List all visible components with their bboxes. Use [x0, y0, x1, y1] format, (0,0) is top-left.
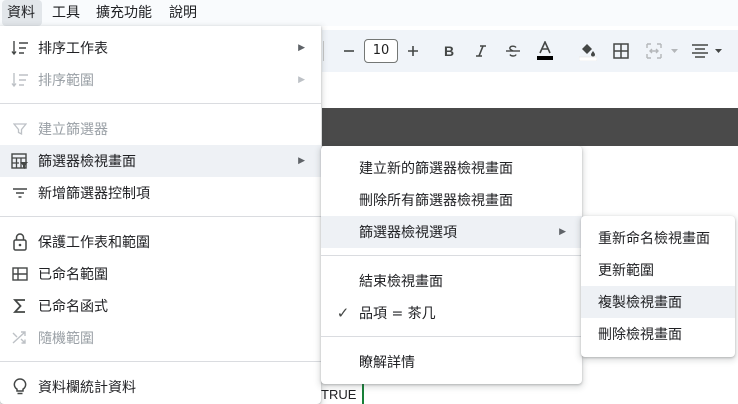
italic-icon[interactable] [466, 30, 496, 72]
menu-divider [321, 255, 582, 256]
filter-views-submenu: 建立新的篩選器檢視畫面 刪除所有篩選器檢視畫面 篩選器檢視選項 ▶ 結束檢視畫面… [321, 146, 582, 384]
menu-item-label: 篩選器檢視畫面 [38, 154, 136, 170]
menu-item-label: 篩選器檢視選項 [359, 225, 457, 241]
menu-item-sort-sheet[interactable]: 排序工作表 ▶ [0, 32, 321, 64]
sort-icon [10, 38, 30, 58]
increase-font-size-icon[interactable] [402, 30, 424, 72]
menu-item-label: 刪除檢視畫面 [598, 327, 682, 343]
submenu-arrow-icon: ▶ [559, 227, 566, 237]
menu-divider [0, 103, 321, 104]
slicer-icon [10, 183, 30, 203]
sigma-icon [10, 296, 30, 316]
menu-item-delete-all-filter-views[interactable]: 刪除所有篩選器檢視畫面 [321, 184, 582, 216]
menu-item-close-view[interactable]: 結束檢視畫面 [321, 265, 582, 297]
lock-icon [10, 232, 30, 252]
menu-item-sort-range: 排序範圍 ▶ [0, 64, 321, 96]
menu-item-saved-view[interactable]: ✓ 品項 = 茶几 [321, 297, 582, 329]
menu-item-label: 資料欄統計資料 [38, 380, 136, 396]
menu-item-column-stats[interactable]: 資料欄統計資料 [0, 371, 321, 403]
font-size-input[interactable]: 10 [364, 39, 398, 63]
menu-item-label: 更新範圍 [598, 263, 654, 279]
menu-item-label: 瞭解詳情 [359, 355, 415, 371]
menu-item-label: 保護工作表和範圍 [38, 235, 150, 251]
text-cursor [362, 384, 364, 404]
cell-value: TRUE [321, 387, 357, 402]
borders-icon[interactable] [606, 30, 636, 72]
submenu-arrow-icon: ▶ [298, 43, 305, 53]
menu-divider [0, 361, 321, 362]
menu-item-label: 已命名範圍 [38, 267, 108, 283]
menu-item-label: 刪除所有篩選器檢視畫面 [359, 193, 513, 209]
lightbulb-icon [10, 377, 30, 397]
data-menu: 排序工作表 ▶ 排序範圍 ▶ 建立篩選器 篩選器檢視畫面 ▶ 新增篩選器控制項 … [0, 26, 321, 404]
strikethrough-icon[interactable] [498, 30, 528, 72]
menu-item-label: 新增篩選器控制項 [38, 186, 150, 202]
named-ranges-icon [10, 264, 30, 284]
menu-item-add-slicer[interactable]: 新增篩選器控制項 [0, 177, 321, 209]
menu-item-label: 結束檢視畫面 [359, 274, 443, 290]
header-bar [322, 108, 738, 146]
menu-item-filter-views[interactable]: 篩選器檢視畫面 ▶ [0, 145, 321, 177]
menu-item-label: 複製檢視畫面 [598, 295, 682, 311]
sort-range-icon [10, 70, 30, 90]
menu-help[interactable]: 說明 [169, 0, 197, 26]
menu-tools[interactable]: 工具 [52, 0, 80, 26]
fill-color-icon[interactable] [574, 30, 602, 72]
bold-icon[interactable]: B [434, 30, 464, 72]
menu-item-update-range[interactable]: 更新範圍 [581, 254, 735, 286]
menu-extensions[interactable]: 擴充功能 [96, 0, 152, 26]
svg-text:B: B [444, 44, 454, 58]
menu-item-named-functions[interactable]: 已命名函式 [0, 290, 321, 322]
text-color-icon[interactable] [532, 30, 558, 72]
menu-item-label: 品項 = 茶几 [359, 306, 436, 322]
submenu-arrow-icon: ▶ [298, 156, 305, 166]
filter-views-icon [10, 151, 30, 171]
menu-item-filter-view-options[interactable]: 篩選器檢視選項 ▶ [321, 216, 582, 248]
menu-item-learn-more[interactable]: 瞭解詳情 [321, 346, 582, 378]
menu-item-create-filter: 建立篩選器 [0, 113, 321, 145]
menu-divider [0, 216, 321, 217]
decrease-font-size-icon[interactable] [338, 30, 360, 72]
merge-cells-icon[interactable] [644, 30, 682, 72]
align-icon[interactable] [688, 30, 728, 72]
menu-item-named-ranges[interactable]: 已命名範圍 [0, 258, 321, 290]
menu-item-rename-view[interactable]: 重新命名檢視畫面 [581, 222, 735, 254]
menu-divider [321, 336, 582, 337]
menu-item-label: 已命名函式 [38, 299, 108, 315]
menu-item-label: 建立篩選器 [38, 122, 108, 138]
menu-item-duplicate-view[interactable]: 複製檢視畫面 [581, 286, 735, 318]
submenu-arrow-icon: ▶ [298, 75, 305, 85]
menu-item-label: 排序工作表 [38, 41, 108, 57]
menu-data[interactable]: 資料 [2, 0, 42, 26]
menu-item-protect-sheets[interactable]: 保護工作表和範圍 [0, 226, 321, 258]
filter-view-options-submenu: 重新命名檢視畫面 更新範圍 複製檢視畫面 刪除檢視畫面 [581, 216, 735, 357]
menu-item-randomize-range: 隨機範圍 [0, 322, 321, 354]
menu-item-label: 重新命名檢視畫面 [598, 231, 710, 247]
menu-item-label: 排序範圍 [38, 73, 94, 89]
menu-bar: 資料 工具 擴充功能 說明 [0, 0, 738, 26]
menu-item-create-filter-view[interactable]: 建立新的篩選器檢視畫面 [321, 152, 582, 184]
filter-icon [10, 119, 30, 139]
menu-item-label: 建立新的篩選器檢視畫面 [359, 161, 513, 177]
checkmark-icon: ✓ [336, 304, 350, 322]
shuffle-icon [10, 328, 30, 348]
menu-item-label: 隨機範圍 [38, 331, 94, 347]
menu-item-delete-view[interactable]: 刪除檢視畫面 [581, 318, 735, 350]
